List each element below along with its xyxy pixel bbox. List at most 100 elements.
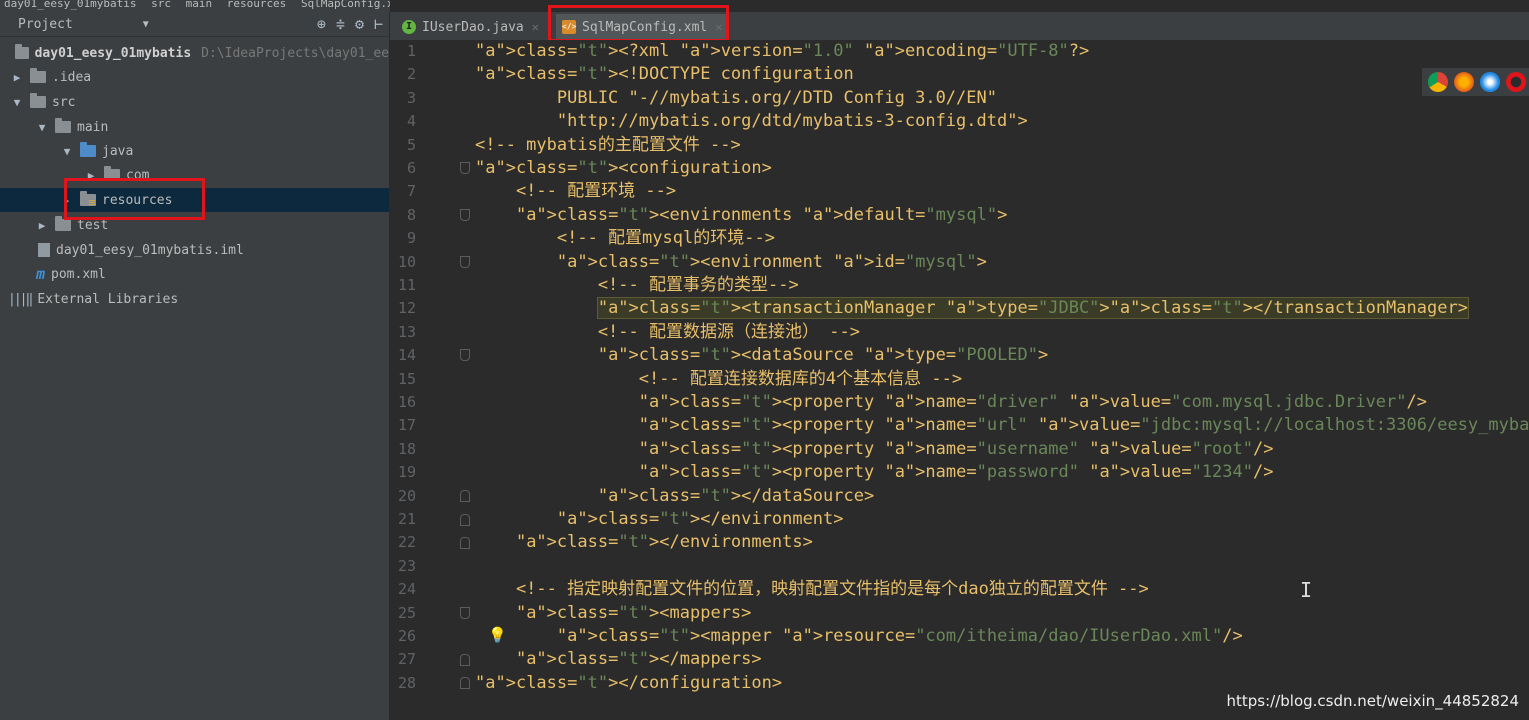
project-toolbar: ⊕ ≑ ⚙ ⊢ xyxy=(317,15,383,33)
interface-icon: I xyxy=(402,20,416,34)
tree-item-main[interactable]: ▼ main xyxy=(0,115,389,139)
line-number: 11 xyxy=(397,276,416,294)
code-line: <!-- 指定映射配置文件的位置，映射配置文件指的是每个dao独立的配置文件 -… xyxy=(475,579,1149,600)
line-number: 15 xyxy=(397,369,416,388)
line-number: 12 xyxy=(397,299,416,318)
collapse-all-icon[interactable]: ≑ xyxy=(336,15,345,33)
chevron-down-icon[interactable]: ▼ xyxy=(143,19,149,30)
tree-item-test[interactable]: ▶ test xyxy=(0,213,389,237)
line-number: 4 xyxy=(406,112,416,131)
tree-item-external-libraries[interactable]: |||‖ External Libraries xyxy=(0,287,389,311)
line-number: 5 xyxy=(406,135,416,154)
line-number: 8 xyxy=(406,205,416,224)
fold-marker[interactable] xyxy=(460,490,470,502)
code-line: "a">class="t"><property "a">name="url" "… xyxy=(638,415,1529,436)
tree-item-resources[interactable]: ▸ resources xyxy=(0,188,389,212)
fold-marker[interactable] xyxy=(460,256,470,268)
expand-arrow-icon[interactable]: ▶ xyxy=(10,71,24,84)
tree-item-iml[interactable]: day01_eesy_01mybatis.iml xyxy=(0,238,389,262)
module-folder-icon xyxy=(14,44,29,59)
fold-marker[interactable] xyxy=(460,349,470,361)
tree-item-com[interactable]: ▶ com xyxy=(0,163,389,187)
tab-label: IUserDao.java xyxy=(422,19,524,35)
fold-marker[interactable] xyxy=(460,677,470,689)
chrome-icon[interactable] xyxy=(1428,72,1448,92)
tree-item-idea[interactable]: ▶ .idea xyxy=(0,65,389,89)
fold-marker[interactable] xyxy=(460,514,470,526)
collapse-arrow-icon[interactable]: ▼ xyxy=(10,96,24,109)
line-number: 7 xyxy=(406,182,416,201)
line-number: 14 xyxy=(397,346,416,365)
breadcrumb-item[interactable]: SqlMapConfig.xml xyxy=(301,0,390,10)
code-line: "a">class="t"><configuration> xyxy=(475,158,772,178)
line-number: 22 xyxy=(397,533,416,552)
fold-marker[interactable] xyxy=(460,537,470,549)
tree-item-label: day01_eesy_01mybatis.iml xyxy=(56,242,244,258)
line-number: 24 xyxy=(397,580,416,599)
code-line: "http://mybatis.org/dtd/mybatis-3-config… xyxy=(475,111,1028,132)
project-panel: Project ▼ ⊕ ≑ ⚙ ⊢ day01_eesy_01mybatis D… xyxy=(0,12,390,720)
code-line: <!-- mybatis的主配置文件 --> xyxy=(475,134,741,155)
tree-item-java[interactable]: ▼ java xyxy=(0,139,389,163)
line-number: 28 xyxy=(397,673,416,692)
intention-bulb-icon[interactable]: 💡 xyxy=(488,626,507,644)
expand-arrow-icon[interactable]: ▶ xyxy=(84,169,98,182)
code-line-highlighted: "a">class="t"><transactionManager "a">ty… xyxy=(596,297,1469,320)
fold-marker[interactable] xyxy=(460,607,470,619)
fold-marker[interactable] xyxy=(460,654,470,666)
line-number: 2 xyxy=(406,65,416,84)
code-line: "a">class="t"><property "a">name="userna… xyxy=(638,438,1274,459)
code-line: "a">class="t"></configuration> xyxy=(475,672,783,693)
browser-preview-icons xyxy=(1422,68,1529,96)
breadcrumb-item[interactable]: main xyxy=(186,0,213,10)
firefox-icon[interactable] xyxy=(1454,72,1474,92)
line-number: 9 xyxy=(406,229,416,248)
line-number: 10 xyxy=(397,252,416,271)
close-icon[interactable]: ✕ xyxy=(715,20,722,34)
code-line: <!-- 配置连接数据库的4个基本信息 --> xyxy=(475,368,963,389)
project-view-selector[interactable]: Project xyxy=(18,17,73,32)
tree-item-src[interactable]: ▼ src xyxy=(0,90,389,114)
tree-item-pom[interactable]: m pom.xml xyxy=(0,262,389,286)
line-number: 21 xyxy=(397,510,416,528)
code-line: "a">class="t"></dataSource> xyxy=(597,485,875,506)
hide-panel-icon[interactable]: ⊢ xyxy=(374,15,383,33)
expand-arrow-icon[interactable]: ▶ xyxy=(35,219,49,232)
tab-sqlmapconfig-xml[interactable]: </> SqlMapConfig.xml ✕ xyxy=(556,14,729,40)
code-line: <!-- 配置数据源（连接池） --> xyxy=(475,321,860,342)
source-folder-icon xyxy=(80,142,96,157)
tree-item-label: test xyxy=(77,217,109,233)
code-line: "a">class="t"><!DOCTYPE configuration xyxy=(475,64,854,85)
collapse-arrow-icon[interactable]: ▼ xyxy=(60,145,74,158)
code-line: "a">class="t"><environments "a">default=… xyxy=(515,204,1008,225)
code-line: "a">class="t"><?xml "a">version="1.0" "a… xyxy=(475,41,1090,61)
breadcrumb-item[interactable]: resources xyxy=(227,0,287,10)
breadcrumb-item[interactable]: day01_eesy_01mybatis xyxy=(4,0,136,10)
breadcrumb: day01_eesy_01mybatis src main resources … xyxy=(0,0,390,12)
code-line: "a">class="t"><environment "a">id="mysql… xyxy=(556,251,987,272)
collapse-arrow-icon[interactable]: ▼ xyxy=(35,121,49,134)
folder-icon xyxy=(30,93,46,108)
fold-marker[interactable] xyxy=(460,162,470,174)
tree-item-label: com xyxy=(126,167,150,183)
tree-item-label: src xyxy=(52,94,76,110)
expand-arrow-icon[interactable]: ▸ xyxy=(60,194,74,207)
fold-marker[interactable] xyxy=(460,209,470,221)
code-line: PUBLIC "-//mybatis.org//DTD Config 3.0//… xyxy=(475,87,997,108)
code-line: <!-- 配置mysql的环境--> xyxy=(475,228,775,249)
opera-icon[interactable] xyxy=(1506,72,1526,92)
breadcrumb-item[interactable]: src xyxy=(151,0,171,10)
module-file-icon xyxy=(38,243,50,257)
tab-iuserdao-java[interactable]: I IUserDao.java ✕ xyxy=(402,14,539,40)
line-number: 1 xyxy=(406,42,416,60)
tree-item-project-root[interactable]: day01_eesy_01mybatis D:\IdeaProjects\day… xyxy=(0,41,389,65)
close-icon[interactable]: ✕ xyxy=(532,20,539,34)
tree-item-label: .idea xyxy=(52,69,92,85)
locate-icon[interactable]: ⊕ xyxy=(317,15,326,33)
project-panel-header: Project ▼ ⊕ ≑ ⚙ ⊢ xyxy=(0,12,389,37)
safari-icon[interactable] xyxy=(1480,72,1500,92)
tree-item-label: main xyxy=(77,119,109,135)
gear-icon[interactable]: ⚙ xyxy=(355,15,364,33)
library-icon: |||‖ xyxy=(8,291,33,307)
code-editor[interactable]: 1 2 3 4 5 6 7 8 9 10 11 12 13 14 15 16 1… xyxy=(390,40,1529,720)
